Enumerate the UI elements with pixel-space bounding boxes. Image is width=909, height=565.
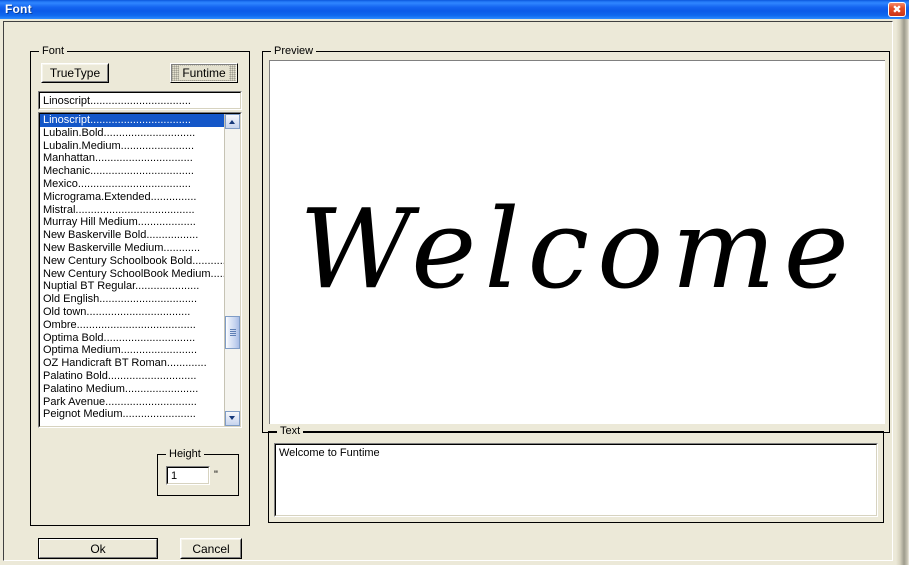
- font-list-item-label: Manhattan...............................…: [43, 152, 193, 165]
- height-input[interactable]: 1: [166, 466, 210, 485]
- font-name-input-inner: Linoscript..............................…: [39, 92, 241, 109]
- ok-button[interactable]: Ok: [38, 538, 158, 559]
- font-list-item[interactable]: Palatino Bold...........................…: [40, 370, 226, 383]
- font-list-item[interactable]: Palatino Medium........................: [40, 383, 226, 396]
- font-list-item-label: Murray Hill Medium...................: [43, 216, 196, 229]
- font-list-item[interactable]: OZ Handicraft BT Roman.............: [40, 357, 226, 370]
- truetype-button-label: TrueType: [49, 66, 101, 80]
- close-button[interactable]: ✖: [888, 2, 906, 17]
- font-name-input[interactable]: Linoscript..............................…: [38, 91, 242, 110]
- font-list-item-label: Ombre...................................…: [43, 318, 196, 331]
- font-list-item-label: OZ Handicraft BT Roman.............: [43, 357, 207, 370]
- font-list-inner: Linoscript..............................…: [39, 113, 241, 427]
- font-list-item-label: New Century SchoolBook Medium.......: [43, 267, 226, 280]
- height-unit-label: ": [214, 469, 218, 481]
- funtime-button[interactable]: Funtime: [170, 63, 238, 83]
- preview-groupbox-label: Preview: [271, 45, 317, 57]
- font-list-item[interactable]: Micrograma.Extended...............: [40, 191, 226, 204]
- font-list-item-label: New Baskerville Bold.................: [43, 229, 199, 242]
- font-list-item-label: Old English.............................…: [43, 293, 198, 306]
- font-list-item[interactable]: Lubalin.Bold............................…: [40, 127, 226, 140]
- ok-button-label: Ok: [90, 541, 106, 556]
- font-list-item[interactable]: Optima Medium.........................: [40, 344, 226, 357]
- font-list-item[interactable]: Park Avenue.............................…: [40, 396, 226, 409]
- height-input-inner: 1: [167, 467, 209, 484]
- font-list-item-label: Optima Medium.........................: [43, 344, 198, 357]
- window-right-edge: [896, 19, 909, 565]
- font-list-item[interactable]: Mistral.................................…: [40, 204, 226, 217]
- text-input[interactable]: Welcome to Funtime: [274, 443, 878, 517]
- font-list-item-label: Mechanic................................…: [43, 165, 194, 178]
- font-list-item-label: New Baskerville Medium............: [43, 241, 201, 254]
- font-groupbox-label: Font: [39, 45, 68, 57]
- font-list-item[interactable]: Old town................................…: [40, 306, 226, 319]
- preview-canvas: Welcome: [269, 60, 885, 424]
- font-list-item[interactable]: Manhattan...............................…: [40, 152, 226, 165]
- font-list-item[interactable]: Old English.............................…: [40, 293, 226, 306]
- font-list-item-label: Nuptial BT Regular.....................: [43, 280, 200, 293]
- font-list-scrollbar[interactable]: [224, 114, 240, 426]
- font-list-item[interactable]: Ombre...................................…: [40, 319, 226, 332]
- font-list-item-label: Palatino Medium........................: [43, 382, 199, 395]
- cancel-button[interactable]: Cancel: [180, 538, 242, 559]
- text-input-inner: Welcome to Funtime: [275, 444, 877, 516]
- text-groupbox-label: Text: [277, 425, 304, 437]
- font-list-item-label: Park Avenue.............................…: [43, 395, 197, 408]
- font-list-item[interactable]: Mexico..................................…: [40, 178, 226, 191]
- scrollbar-up-button[interactable]: [225, 114, 240, 129]
- font-list-item[interactable]: Mechanic................................…: [40, 165, 226, 178]
- font-name-value: Linoscript..............................…: [43, 95, 191, 107]
- title-bar[interactable]: Font ✖: [0, 0, 909, 19]
- font-list-item[interactable]: Nuptial BT Regular.....................: [40, 280, 226, 293]
- text-input-value: Welcome to Funtime: [279, 447, 380, 459]
- font-list-item-label: Mexico..................................…: [43, 177, 191, 190]
- font-list-item-label: Palatino Bold...........................…: [43, 369, 197, 382]
- cancel-button-inner: Cancel: [181, 539, 241, 558]
- font-list-item-label: Old town................................…: [43, 305, 191, 318]
- font-list-item-label: New Century Schoolbook Bold............: [43, 254, 226, 267]
- font-list-item-label: Micrograma.Extended...............: [43, 190, 197, 203]
- font-list-item[interactable]: Lubalin.Medium........................: [40, 140, 226, 153]
- font-list-item-label: Lubalin.Medium........................: [43, 139, 195, 152]
- font-list-item[interactable]: New Century Schoolbook Bold............: [40, 255, 226, 268]
- chevron-up-icon: [229, 120, 235, 124]
- font-list-item[interactable]: Linoscript..............................…: [40, 114, 226, 127]
- font-list-item-label: Lubalin.Bold............................…: [43, 126, 196, 139]
- font-list-item[interactable]: New Baskerville Bold.................: [40, 229, 226, 242]
- funtime-button-inner: Funtime: [171, 64, 237, 82]
- font-list-item[interactable]: New Century SchoolBook Medium.......: [40, 268, 226, 281]
- font-list[interactable]: Linoscript..............................…: [38, 112, 242, 428]
- scrollbar-grip-icon: [230, 329, 236, 336]
- height-value: 1: [171, 470, 178, 482]
- font-list-items[interactable]: Linoscript..............................…: [40, 114, 226, 426]
- cancel-button-label: Cancel: [192, 541, 230, 556]
- chevron-down-icon: [229, 416, 235, 420]
- font-list-item[interactable]: Murray Hill Medium...................: [40, 216, 226, 229]
- font-list-item-label: Mistral.................................…: [43, 203, 195, 216]
- dialog-client-area: Font TrueType Funtime Linoscript........…: [0, 19, 909, 565]
- font-list-item-label: Optima Bold.............................…: [43, 331, 196, 344]
- font-list-item[interactable]: New Baskerville Medium............: [40, 242, 226, 255]
- font-list-item[interactable]: Peignot Medium........................: [40, 408, 226, 421]
- height-groupbox-label: Height: [166, 448, 204, 460]
- font-list-item-label: Peignot Medium........................: [43, 408, 196, 421]
- ok-button-inner: Ok: [39, 539, 157, 558]
- window-title: Font: [5, 2, 32, 16]
- funtime-button-label: Funtime: [179, 66, 229, 80]
- font-list-item-label: Linoscript..............................…: [43, 114, 191, 126]
- truetype-button[interactable]: TrueType: [41, 63, 109, 83]
- truetype-button-inner: TrueType: [42, 64, 108, 82]
- preview-sample-text: Welcome: [299, 185, 857, 313]
- scrollbar-down-button[interactable]: [225, 411, 240, 426]
- font-list-item[interactable]: Optima Bold.............................…: [40, 332, 226, 345]
- scrollbar-thumb[interactable]: [225, 316, 240, 349]
- font-dialog-window: Font ✖ Font TrueType Funtime Linoscript.…: [0, 0, 909, 565]
- close-icon: ✖: [892, 3, 902, 16]
